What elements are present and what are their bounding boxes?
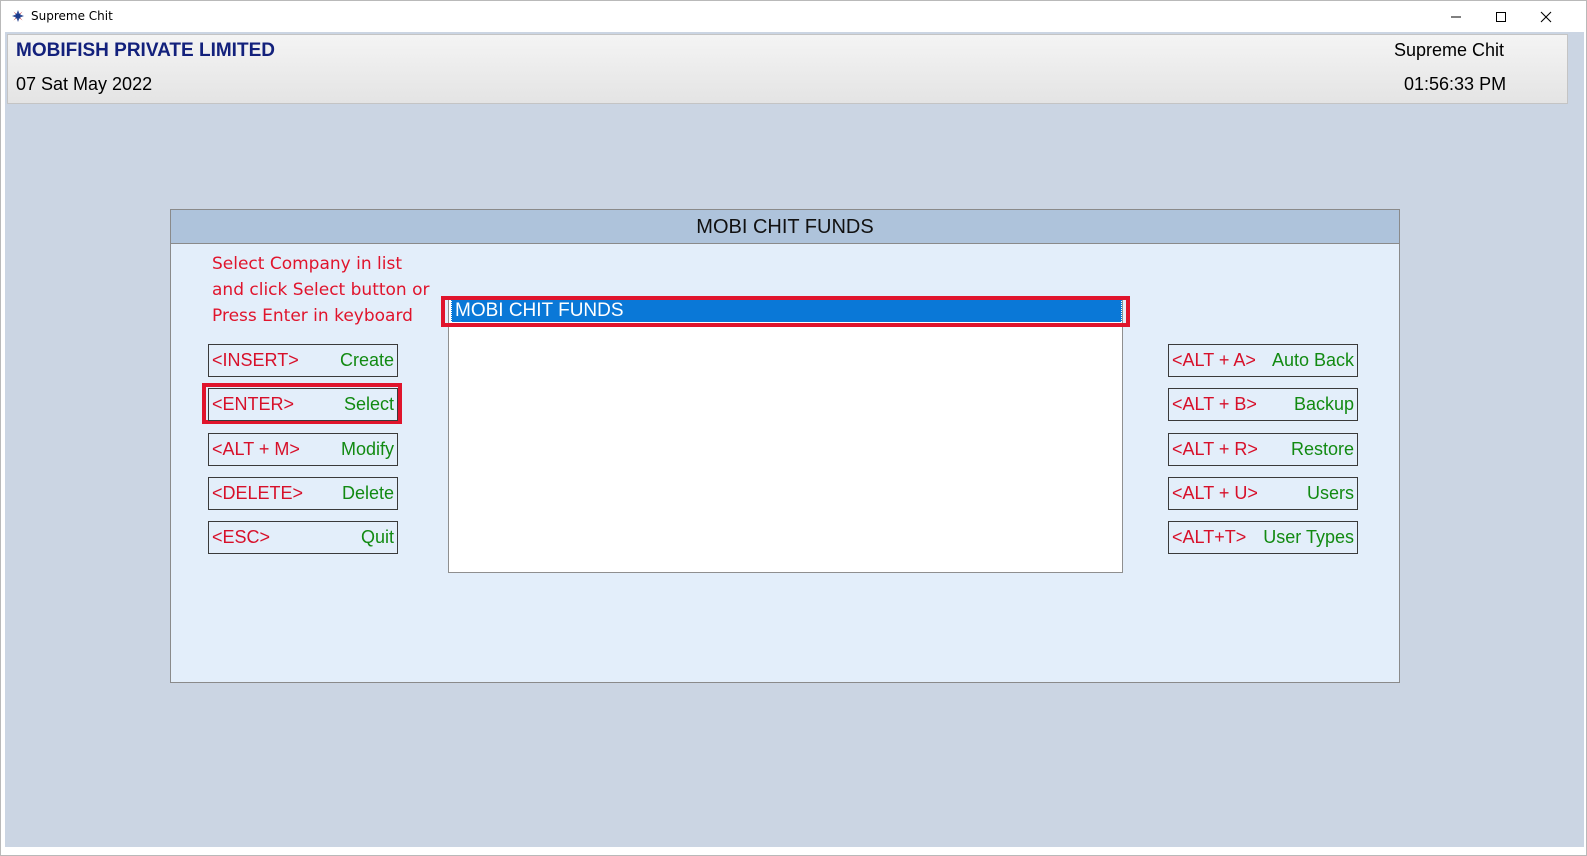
shortcut-key: <ESC>	[212, 527, 271, 547]
company-name: MOBIFISH PRIVATE LIMITED	[16, 40, 275, 61]
shortcut-key: <INSERT>	[212, 350, 299, 370]
create-button[interactable]: <INSERT> Create	[208, 344, 398, 377]
shortcut-key: <DELETE>	[212, 483, 304, 503]
delete-button[interactable]: <DELETE> Delete	[208, 477, 398, 510]
company-select-panel: MOBI CHIT FUNDS Select Company in list a…	[170, 209, 1400, 683]
modify-button[interactable]: <ALT + M> Modify	[208, 433, 398, 466]
instruction-line: Select Company in list	[212, 254, 402, 274]
minimize-icon	[1451, 16, 1461, 17]
maximize-button[interactable]	[1478, 1, 1524, 32]
instructions-text: Select Company in list and click Select …	[212, 251, 452, 329]
shortcut-key: <ALT+T>	[1172, 527, 1247, 547]
action-label: Select	[343, 394, 394, 414]
shortcut-key: <ALT + U>	[1172, 483, 1258, 503]
action-label: User Types	[1263, 527, 1354, 547]
quit-button[interactable]: <ESC> Quit	[208, 521, 398, 554]
maximize-icon	[1496, 11, 1506, 22]
minimize-button[interactable]	[1433, 1, 1479, 32]
instruction-line: and click Select button or	[212, 280, 430, 300]
shortcut-key: <ALT + R>	[1172, 439, 1258, 459]
client-area: MOBIFISH PRIVATE LIMITED 07 Sat May 2022…	[5, 32, 1584, 847]
current-date: 07 Sat May 2022	[16, 74, 153, 94]
users-button[interactable]: <ALT + U> Users	[1168, 477, 1358, 510]
action-label: Quit	[360, 527, 394, 547]
action-label: Backup	[1293, 394, 1354, 414]
action-label: Delete	[341, 483, 394, 503]
user-types-button[interactable]: <ALT+T> User Types	[1168, 521, 1358, 554]
shortcut-key: <ALT + A>	[1172, 350, 1256, 370]
select-button[interactable]: <ENTER> Select	[208, 388, 398, 421]
restore-button[interactable]: <ALT + R> Restore	[1168, 433, 1358, 466]
instruction-line: Press Enter in keyboard	[212, 306, 413, 326]
close-button[interactable]	[1523, 1, 1569, 32]
action-label: Modify	[340, 439, 394, 459]
company-list[interactable]: MOBI CHIT FUNDS	[448, 296, 1123, 573]
header-strip: MOBIFISH PRIVATE LIMITED 07 Sat May 2022…	[7, 34, 1568, 104]
shortcut-key: <ALT + B>	[1172, 394, 1257, 414]
action-label: Create	[339, 350, 394, 370]
current-time: 01:56:33 PM	[1404, 74, 1507, 94]
action-label: Restore	[1290, 439, 1354, 459]
app-name: Supreme Chit	[1394, 40, 1505, 60]
action-label: Users	[1306, 483, 1354, 503]
action-label: Auto Back	[1271, 350, 1354, 370]
title-bar[interactable]: Supreme Chit	[1, 1, 1586, 32]
window-title: Supreme Chit	[31, 9, 113, 23]
shortcut-key: <ENTER>	[212, 394, 295, 414]
shortcut-key: <ALT + M>	[212, 439, 300, 459]
panel-title: MOBI CHIT FUNDS	[171, 210, 1399, 244]
auto-backup-button[interactable]: <ALT + A> Auto Back	[1168, 344, 1358, 377]
close-icon	[1540, 11, 1552, 22]
app-window: Supreme Chit MOBIFISH PRIVATE LIMITED 07…	[0, 0, 1587, 856]
list-item-highlight	[441, 296, 1130, 327]
backup-button[interactable]: <ALT + B> Backup	[1168, 388, 1358, 421]
app-icon	[11, 9, 25, 23]
